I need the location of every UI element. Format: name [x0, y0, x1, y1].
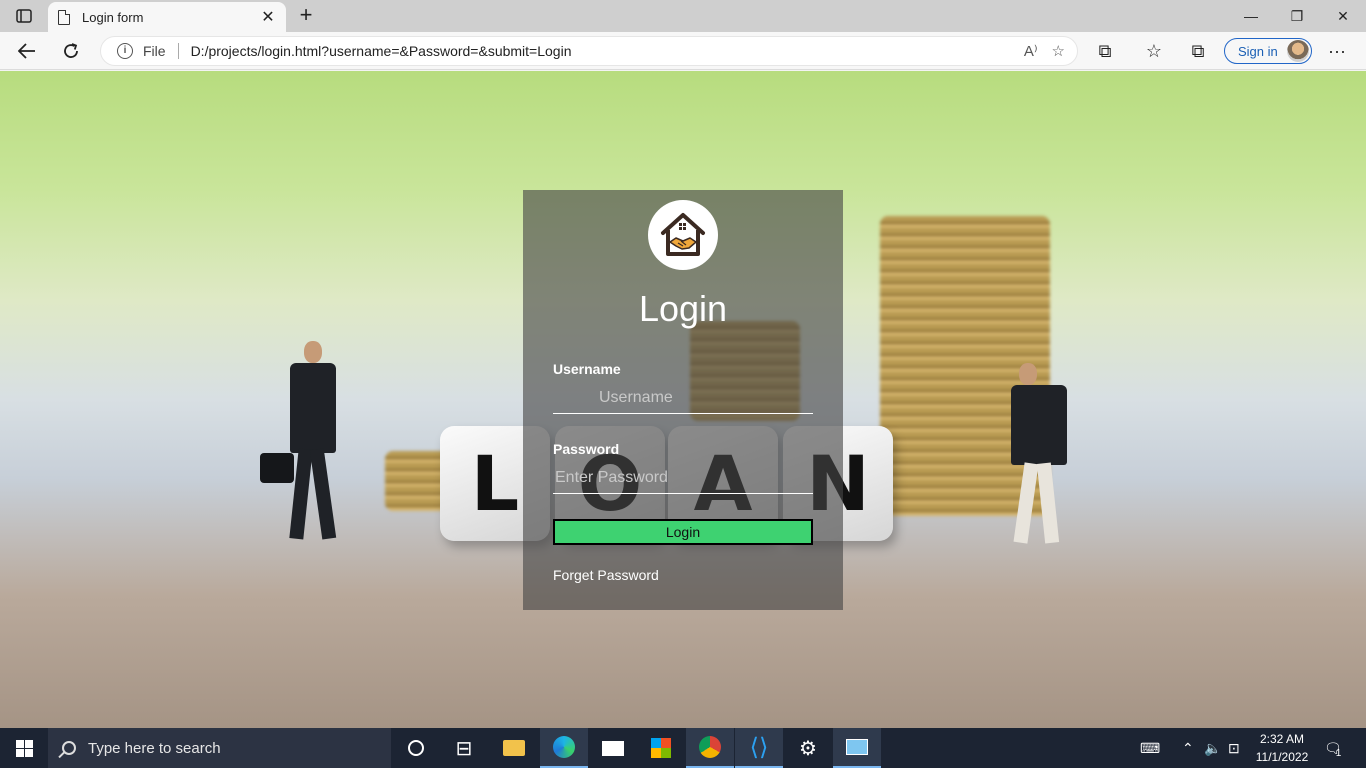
login-title: Login: [638, 288, 728, 329]
start-button[interactable]: [0, 728, 48, 768]
volume-icon[interactable]: 🔈: [1204, 728, 1221, 768]
logo: [648, 200, 718, 270]
file-explorer-button[interactable]: [490, 728, 538, 768]
refresh-button[interactable]: [56, 36, 86, 66]
login-button[interactable]: Login: [553, 519, 813, 545]
cortana-button[interactable]: [392, 728, 440, 768]
url-text[interactable]: D:/projects/login.html?username=&Passwor…: [191, 43, 572, 59]
file-protocol-label: File: [143, 43, 166, 59]
forget-password-link[interactable]: Forget Password: [553, 567, 659, 583]
collections-icon: ⧉: [1191, 40, 1205, 61]
new-tab-button[interactable]: +: [294, 4, 318, 28]
vscode-button[interactable]: ⟨⟩: [735, 728, 783, 768]
notification-center-button[interactable]: 🗨 1: [1324, 728, 1342, 768]
clock-date: 11/1/2022: [1255, 750, 1309, 764]
favorites-icon: ☆: [1145, 40, 1163, 61]
tab-actions-icon: [16, 9, 32, 23]
profile-avatar: [1287, 40, 1309, 62]
windows-logo-icon: [15, 739, 33, 757]
tab-title: Login form: [82, 9, 144, 25]
password-label: Password: [553, 441, 620, 457]
minimize-button[interactable]: —: [1228, 0, 1274, 32]
extensions-button[interactable]: ⧉: [1090, 36, 1120, 66]
businessman-figure-right: [1005, 363, 1085, 548]
vscode-icon: ⟨⟩: [749, 733, 769, 761]
notification-count: 1: [1335, 747, 1342, 759]
address-bar[interactable]: i File D:/projects/login.html?username=&…: [100, 36, 1078, 66]
restore-button[interactable]: ❐: [1274, 0, 1320, 32]
edge-icon: [553, 736, 575, 758]
store-icon: [651, 738, 671, 758]
username-input[interactable]: [553, 382, 813, 414]
network-icon[interactable]: ⊡: [1228, 728, 1240, 768]
username-label: Username: [553, 361, 621, 377]
chrome-button[interactable]: [686, 728, 734, 768]
document-icon: [58, 9, 70, 25]
briefcase: [260, 453, 294, 483]
chrome-icon: [699, 736, 721, 758]
store-button[interactable]: [637, 728, 685, 768]
close-tab-button[interactable]: ✕: [260, 7, 276, 27]
add-favorite-icon[interactable]: ☆: [1052, 42, 1065, 60]
password-input[interactable]: [553, 462, 813, 494]
tab-strip: Login form ✕ + — ❐ ✕: [0, 0, 1366, 32]
keyboard-tray-icon[interactable]: ⌨: [1140, 728, 1160, 768]
settings-button[interactable]: ⚙: [784, 728, 832, 768]
back-arrow-icon: [18, 43, 35, 59]
sign-in-label: Sign in: [1238, 43, 1278, 59]
clock-time: 2:32 AM: [1259, 732, 1305, 746]
chevron-up-icon[interactable]: ⌃: [1182, 728, 1194, 768]
puzzle-icon: ⧉: [1098, 40, 1112, 61]
mail-icon: [602, 740, 624, 756]
tab-actions-button[interactable]: [8, 4, 40, 28]
page-viewport: L O A N Login Username Pa: [0, 71, 1366, 728]
cortana-icon: [408, 740, 424, 756]
refresh-icon: [64, 43, 78, 58]
favorites-button[interactable]: ☆: [1139, 36, 1169, 66]
house-handshake-icon: [661, 213, 705, 256]
back-button[interactable]: [12, 36, 42, 66]
mail-button[interactable]: [589, 728, 637, 768]
taskbar: Type here to search ⊟ ⟨⟩ ⚙ ⌨ ⌃ 🔈 ⊡ 2:32 …: [0, 728, 1366, 768]
control-panel-icon: [846, 739, 868, 755]
taskbar-search-placeholder: Type here to search: [88, 739, 221, 757]
control-panel-button[interactable]: [833, 728, 881, 768]
login-card: Login Username Password Login Forget Pas…: [523, 190, 843, 610]
read-aloud-icon[interactable]: A⁾: [1024, 42, 1038, 60]
task-view-icon: ⊟: [455, 737, 473, 760]
close-window-button[interactable]: ✕: [1320, 0, 1366, 32]
task-view-button[interactable]: ⊟: [440, 728, 488, 768]
site-info-icon[interactable]: i: [117, 43, 133, 59]
taskbar-search-box[interactable]: Type here to search: [48, 728, 391, 768]
search-icon: [62, 741, 76, 755]
edge-taskbar-button[interactable]: [540, 728, 588, 768]
folder-icon: [503, 740, 525, 756]
collections-button[interactable]: ⧉: [1183, 36, 1213, 66]
browser-tab[interactable]: Login form ✕: [48, 2, 286, 32]
system-clock[interactable]: 2:32 AM 11/1/2022: [1252, 730, 1312, 766]
browser-toolbar: i File D:/projects/login.html?username=&…: [0, 32, 1366, 70]
gear-icon: ⚙: [799, 737, 817, 760]
sign-in-button[interactable]: Sign in: [1224, 38, 1312, 64]
address-bar-icons: A⁾ ☆: [1024, 42, 1065, 60]
businessman-figure-left: [260, 341, 360, 541]
settings-menu-button[interactable]: ···: [1322, 36, 1352, 66]
address-separator: [177, 43, 179, 59]
